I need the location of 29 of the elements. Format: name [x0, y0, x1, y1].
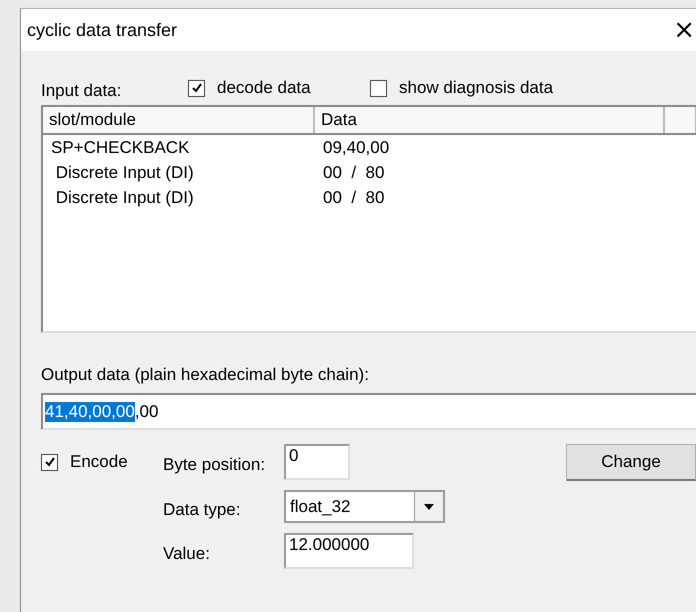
table-cell-text: 09,40,00 [322, 138, 390, 158]
window-title: cyclic data transfer [27, 20, 178, 40]
data-type-label: Data type: [163, 498, 242, 520]
column-header[interactable]: Data [315, 107, 665, 133]
checkbox[interactable] [188, 80, 205, 96]
checkbox-label[interactable]: Encode [70, 452, 128, 472]
table-cell-text: 00 / 80 [322, 162, 386, 182]
byte-position-label: Byte position: [163, 454, 266, 475]
table-cell-text: SP+CHECKBACK [50, 138, 190, 158]
column-header[interactable]: slot/module [43, 107, 315, 133]
value-label: Value: [163, 543, 211, 564]
table-cell-text: Discrete Input (DI) [54, 188, 195, 208]
checkbox-label[interactable]: decode data [217, 78, 311, 98]
table-cell-text: Discrete Input (DI) [54, 162, 195, 182]
check-icon [190, 82, 202, 94]
byte-position-field[interactable]: 0 [284, 444, 350, 480]
checkbox[interactable] [370, 80, 387, 96]
table-cell-text: 00 / 80 [322, 188, 386, 208]
change-button[interactable]: Change [566, 444, 696, 481]
output-data-field[interactable]: 41,40,00,00,00 [41, 393, 696, 430]
checkbox[interactable] [41, 454, 58, 470]
input-data-label: Input data: [41, 81, 122, 101]
data-type-dropdown[interactable]: float_32 [284, 490, 445, 523]
checkbox-label[interactable]: show diagnosis data [399, 78, 554, 98]
value-field[interactable]: 12.000000 [284, 533, 414, 569]
check-icon [44, 456, 56, 468]
caret-down-icon [424, 504, 434, 510]
output-data-label: Output data (plain hexadecimal byte chain): [41, 365, 370, 386]
close-button[interactable]: × [671, 17, 696, 43]
